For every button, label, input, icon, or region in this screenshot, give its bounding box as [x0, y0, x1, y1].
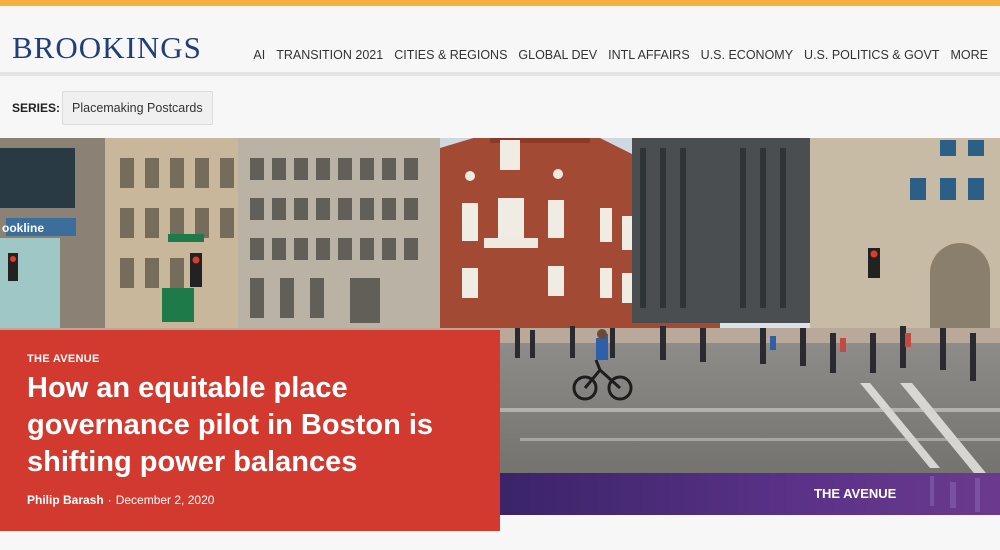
- nav-item-transition-2021[interactable]: TRANSITION 2021: [276, 48, 383, 62]
- article-author[interactable]: Philip Barash: [27, 493, 104, 507]
- article-kicker[interactable]: THE AVENUE: [27, 353, 100, 365]
- nav-item-us-politics-govt[interactable]: U.S. POLITICS & GOVT: [804, 48, 939, 62]
- series-chip-placemaking-postcards[interactable]: Placemaking Postcards: [62, 91, 213, 125]
- nav-item-global-dev[interactable]: GLOBAL DEV: [518, 48, 597, 62]
- article-byline: Philip Barash · December 2, 2020: [27, 493, 214, 507]
- nav-item-more[interactable]: MORE: [951, 48, 989, 62]
- article-title[interactable]: How an equitable place governance pilot …: [27, 370, 477, 481]
- nav-item-intl-affairs[interactable]: INTL AFFAIRS: [608, 48, 690, 62]
- nav-item-us-economy[interactable]: U.S. ECONOMY: [701, 48, 793, 62]
- nav-item-ai[interactable]: AI: [253, 48, 265, 62]
- nav-item-cities-regions[interactable]: CITIES & REGIONS: [394, 48, 507, 62]
- brookings-logo[interactable]: BROOKINGS: [12, 32, 202, 64]
- the-avenue-banner: [500, 473, 1000, 515]
- the-avenue-banner-text: THE AVENUE: [814, 486, 897, 501]
- byline-separator: ·: [107, 493, 112, 507]
- series-label: SERIES:: [12, 101, 61, 115]
- page-bottom-strip: [0, 531, 1000, 550]
- series-bar: SERIES: Placemaking Postcards: [0, 80, 1000, 138]
- article-date: December 2, 2020: [115, 493, 215, 507]
- article-card[interactable]: THE AVENUE How an equitable place govern…: [0, 330, 500, 531]
- site-header: BROOKINGS AI TRANSITION 2021 CITIES & RE…: [0, 6, 1000, 76]
- main-nav: AI TRANSITION 2021 CITIES & REGIONS GLOB…: [253, 48, 988, 62]
- brookline-sign-text: ookline: [2, 221, 44, 235]
